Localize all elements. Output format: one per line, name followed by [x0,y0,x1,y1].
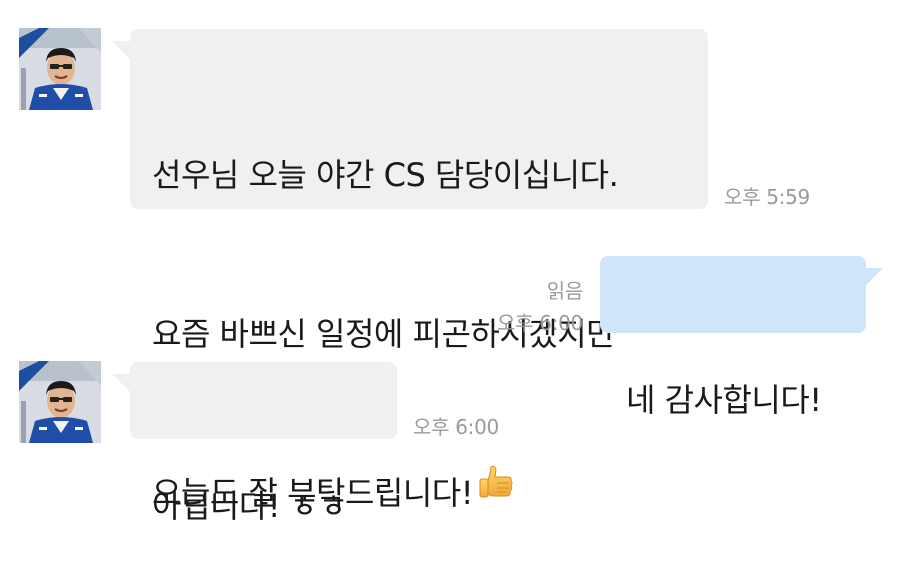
message-bubble-incoming[interactable]: 선우님 오늘 야간 CS 담당이십니다. 요즘 바쁘신 일정에 피곤하시겠지만 … [130,29,708,512]
message-bubble-incoming[interactable]: 아닙니다! ㅎㅎ [130,362,397,525]
message-text: 아닙니다! ㅎㅎ [152,487,348,525]
bubble-tail [861,268,883,290]
avatar[interactable] [19,361,101,443]
message-timestamp: 오후 6:00 [497,311,583,335]
avatar[interactable] [19,28,101,110]
message-text: 네 감사합니다! [626,381,822,419]
message-bubble-outgoing[interactable]: 네 감사합니다! [600,256,866,419]
message-timestamp: 오후 5:59 [724,185,810,209]
thumbs-up-icon [477,463,515,519]
avatar-photo [19,361,101,443]
avatar-photo [19,28,101,110]
read-status: 읽음 [546,279,584,303]
message-timestamp: 오후 6:00 [413,415,499,439]
message-line: 선우님 오늘 야간 CS 담당이십니다. [152,156,619,194]
